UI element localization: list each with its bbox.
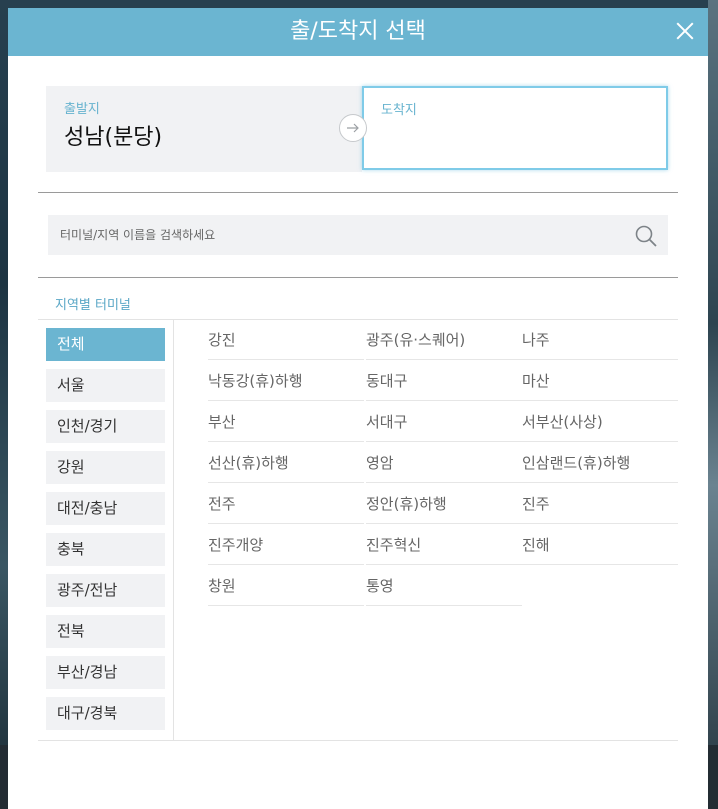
arrival-box[interactable]: 도착지: [362, 86, 668, 170]
departure-box[interactable]: 출발지 성남(분당): [46, 86, 362, 172]
region-list: 전체서울인천/경기강원대전/충남충북광주/전남전북부산/경남대구/경북: [46, 328, 165, 738]
arrival-label: 도착지: [381, 103, 417, 118]
arrow-right-icon: [339, 114, 367, 142]
terminal-item[interactable]: 선산(휴)하행: [208, 443, 364, 483]
terminal-item[interactable]: 영암: [366, 443, 522, 483]
region-tab[interactable]: 충북: [46, 533, 165, 566]
terminal-item[interactable]: 진주: [522, 484, 678, 524]
region-tab[interactable]: 광주/전남: [46, 574, 165, 607]
modal-title: 출/도착지 선택: [290, 19, 426, 44]
terminal-item[interactable]: 정안(휴)하행: [366, 484, 522, 524]
section-title: 지역별 터미널: [55, 298, 131, 313]
terminal-item[interactable]: 동대구: [366, 361, 522, 401]
terminal-item[interactable]: 전주: [208, 484, 364, 524]
terminal-item[interactable]: 진주혁신: [366, 525, 522, 565]
background-strip: [708, 0, 718, 809]
search-input[interactable]: [48, 215, 618, 255]
modal-header: 출/도착지 선택: [8, 8, 708, 56]
terminal-item[interactable]: 나주: [522, 320, 678, 360]
divider: [38, 192, 678, 193]
departure-label: 출발지: [64, 102, 100, 117]
column-divider: [173, 320, 174, 740]
region-tab[interactable]: 강원: [46, 451, 165, 484]
departure-value: 성남(분당): [64, 125, 163, 150]
search-icon[interactable]: [634, 224, 658, 248]
terminal-item[interactable]: 인삼랜드(휴)하행: [522, 443, 678, 483]
terminal-item[interactable]: 서부산(사상): [522, 402, 678, 442]
terminal-item[interactable]: 통영: [366, 566, 522, 606]
terminal-item[interactable]: 서대구: [366, 402, 522, 442]
region-tab[interactable]: 전북: [46, 615, 165, 648]
region-tab[interactable]: 대전/충남: [46, 492, 165, 525]
region-tab[interactable]: 전체: [46, 328, 165, 361]
divider: [38, 277, 678, 278]
route-selector: 출발지 성남(분당) 도착지: [46, 86, 670, 172]
terminal-item[interactable]: 진해: [522, 525, 678, 565]
region-tab[interactable]: 인천/경기: [46, 410, 165, 443]
search-bar: [48, 215, 668, 255]
terminal-item[interactable]: 낙동강(휴)하행: [208, 361, 364, 401]
terminal-item[interactable]: 강진: [208, 320, 364, 360]
terminal-item[interactable]: 진주개양: [208, 525, 364, 565]
terminal-item[interactable]: 부산: [208, 402, 364, 442]
close-icon[interactable]: [672, 18, 698, 44]
region-tab[interactable]: 부산/경남: [46, 656, 165, 689]
terminal-item[interactable]: 마산: [522, 361, 678, 401]
terminal-item[interactable]: 창원: [208, 566, 364, 606]
terminal-item[interactable]: 광주(유·스퀘어): [366, 320, 522, 360]
region-tab[interactable]: 서울: [46, 369, 165, 402]
region-tab[interactable]: 대구/경북: [46, 697, 165, 730]
divider: [38, 740, 678, 741]
terminal-select-modal: 출/도착지 선택 출발지 성남(분당) 도착지 지역별 터미널 전체서울인천/경: [8, 8, 708, 809]
